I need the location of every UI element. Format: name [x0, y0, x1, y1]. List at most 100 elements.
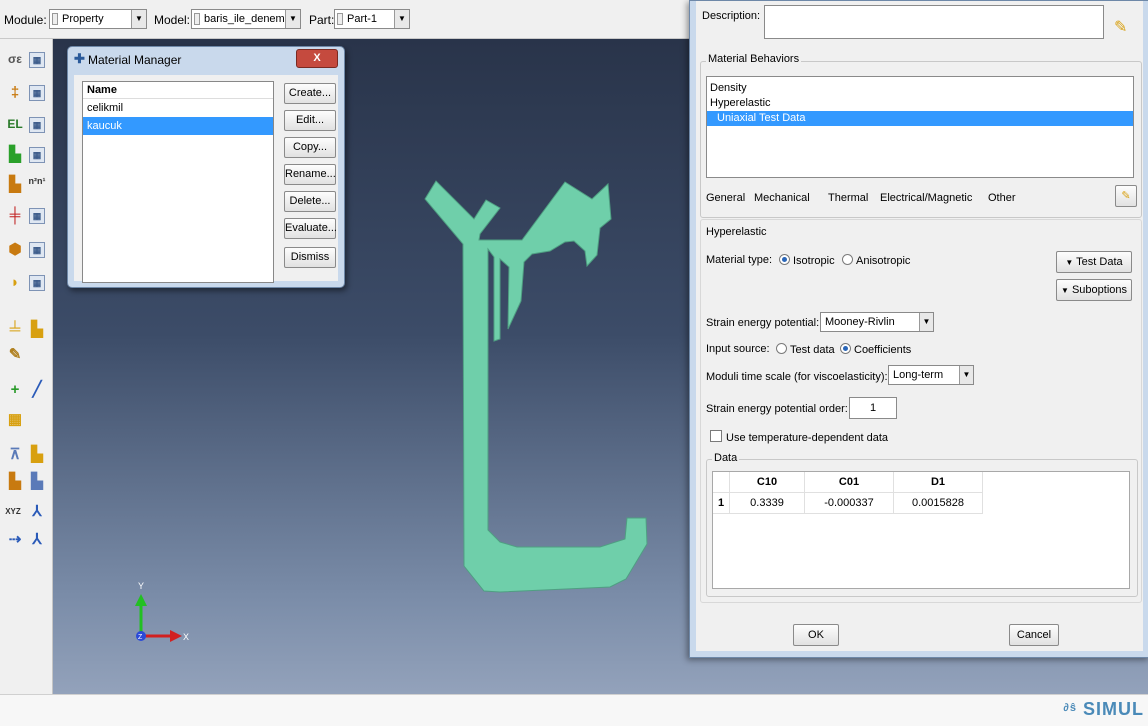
material-list[interactable]: Name celikmil kaucuk — [82, 81, 274, 283]
normal-icon[interactable]: n²n¹ — [27, 171, 47, 191]
moduli-value: Long-term — [893, 369, 944, 381]
triad-icon[interactable]: ⅄ — [27, 501, 47, 521]
close-button[interactable]: X — [296, 49, 338, 68]
isotropic-radio[interactable]: Isotropic — [779, 254, 835, 267]
section-create-icon[interactable]: ‡ — [5, 82, 25, 102]
cancel-button[interactable]: Cancel — [1009, 624, 1059, 646]
input-source-label: Input source: — [706, 343, 770, 355]
translate-icon[interactable]: ⇢ — [5, 529, 25, 549]
data-title: Data — [712, 452, 740, 464]
moduli-select[interactable]: Long-term ▼ — [888, 365, 974, 385]
skin-icon[interactable]: ╪ — [5, 205, 25, 225]
tab-electrical-magnetic[interactable]: Electrical/Magnetic — [880, 192, 972, 204]
datum-line-icon[interactable]: ╱ — [27, 379, 47, 399]
test-data-radio[interactable]: Test data — [776, 343, 835, 356]
description-input[interactable] — [764, 5, 1104, 39]
data-table-container[interactable]: C10 C01 D1 1 0.3339 -0.000337 0.0015828 — [712, 471, 1130, 589]
test-data-option-label: Test data — [790, 344, 835, 356]
composite-layup-icon[interactable]: ⬢ — [5, 239, 25, 259]
radio-icon — [842, 254, 853, 265]
delete-button[interactable]: Delete... — [284, 191, 336, 212]
order-input[interactable]: 1 — [849, 397, 897, 419]
moduli-label: Moduli time scale (for viscoelasticity): — [706, 371, 888, 383]
list-item-selected[interactable]: kaucuk — [83, 117, 273, 135]
inertia-icon[interactable]: ╧ — [5, 319, 25, 339]
test-data-button[interactable]: ▼ Test Data — [1056, 251, 1132, 273]
shell-icon[interactable]: ▙ — [27, 471, 47, 491]
edit-behavior-button[interactable]: ✎ — [1115, 185, 1137, 207]
assignment-manager-icon[interactable]: ▦ — [29, 147, 45, 163]
strain-energy-select[interactable]: Mooney-Rivlin ▼ — [820, 312, 934, 332]
cell-c10[interactable]: 0.3339 — [729, 492, 805, 514]
tab-mechanical[interactable]: Mechanical — [754, 192, 810, 204]
data-table[interactable]: C10 C01 D1 1 0.3339 -0.000337 0.0015828 — [713, 472, 983, 514]
part-combo[interactable]: Part-1 ▼ — [334, 9, 410, 29]
list-item[interactable]: Hyperelastic — [707, 96, 1133, 111]
csys-icon[interactable]: ▙ — [5, 471, 25, 491]
pencil-icon[interactable]: ✎ — [1114, 17, 1127, 37]
list-header: Name — [83, 82, 273, 99]
triad-x-arrow — [170, 630, 182, 642]
list-item-selected[interactable]: Uniaxial Test Data — [707, 111, 1133, 126]
part-geometry[interactable] — [424, 180, 648, 593]
special-icon[interactable]: ◗ — [5, 272, 25, 292]
material-manager-dialog: ✚ Material Manager X Name celikmil kaucu… — [67, 46, 345, 288]
datum-point-icon[interactable]: ✎ — [5, 344, 25, 364]
chevron-down-icon: ▼ — [285, 10, 300, 28]
behaviors-list[interactable]: Density Hyperelastic Uniaxial Test Data — [706, 76, 1134, 178]
tab-other[interactable]: Other — [988, 192, 1016, 204]
suboptions-label: Suboptions — [1071, 284, 1128, 296]
spring-icon[interactable]: ▙ — [27, 319, 47, 339]
table-corner — [713, 472, 730, 493]
anisotropic-radio[interactable]: Anisotropic — [842, 254, 910, 267]
partition-icon[interactable]: ▦ — [5, 409, 25, 429]
brand-logo: ∂ŝ SIMUL — [1063, 699, 1144, 720]
datum-axis-icon[interactable]: + — [5, 379, 25, 399]
material-manager-icon[interactable]: ▦ — [29, 52, 45, 68]
ok-button[interactable]: OK — [793, 624, 839, 646]
special-manager-icon[interactable]: ▦ — [29, 275, 45, 291]
orientation-icon[interactable]: ▙ — [5, 174, 25, 194]
query-icon[interactable]: ⊼ — [5, 444, 25, 464]
edit-button[interactable]: Edit... — [284, 110, 336, 131]
spinner-icon — [337, 13, 343, 25]
spinner-icon — [194, 13, 200, 25]
test-data-label: Test Data — [1076, 256, 1123, 268]
list-item[interactable]: celikmil — [83, 99, 273, 117]
triad-y-label: Y — [138, 581, 144, 591]
dismiss-button[interactable]: Dismiss — [284, 247, 336, 268]
isotropic-label: Isotropic — [793, 255, 835, 267]
temp-dependent-checkbox[interactable]: Use temperature-dependent data — [710, 430, 888, 444]
assign-section-icon[interactable]: ▙ — [5, 144, 25, 164]
layup-manager-icon[interactable]: ▦ — [29, 242, 45, 258]
pencil-icon: ✎ — [1121, 190, 1131, 202]
xyz-icon[interactable]: XYZ — [3, 501, 23, 521]
cell-d1[interactable]: 0.0015828 — [893, 492, 983, 514]
profile-manager-icon[interactable]: ▦ — [29, 117, 45, 133]
cell-c01[interactable]: -0.000337 — [804, 492, 894, 514]
status-bar: ∂ŝ SIMUL — [0, 694, 1148, 726]
coefficients-radio[interactable]: Coefficients — [840, 343, 911, 356]
edit-material-dialog: Description: ✎ Material Behaviors Densit… — [689, 0, 1148, 658]
tab-general[interactable]: General — [706, 192, 745, 204]
model-combo[interactable]: baris_ile_deneme ▼ — [191, 9, 301, 29]
tab-thermal[interactable]: Thermal — [828, 192, 868, 204]
create-button[interactable]: Create... — [284, 83, 336, 104]
order-label: Strain energy potential order: — [706, 403, 848, 415]
plane-icon[interactable]: ▙ — [27, 444, 47, 464]
section-manager-icon[interactable]: ▦ — [29, 85, 45, 101]
rename-button[interactable]: Rename... — [284, 164, 336, 185]
material-create-icon[interactable]: σε — [5, 49, 25, 69]
suboptions-button[interactable]: ▼ Suboptions — [1056, 279, 1132, 301]
evaluate-button[interactable]: Evaluate... — [284, 218, 337, 239]
skin-manager-icon[interactable]: ▦ — [29, 208, 45, 224]
app-icon: ✚ — [74, 51, 85, 66]
profile-icon[interactable]: ЕL — [5, 114, 25, 134]
list-item[interactable]: Density — [707, 81, 1133, 96]
rotate-icon[interactable]: ⅄ — [27, 529, 47, 549]
module-combo[interactable]: Property ▼ — [49, 9, 147, 29]
table-row[interactable]: 1 0.3339 -0.000337 0.0015828 — [713, 492, 983, 514]
copy-button[interactable]: Copy... — [284, 137, 336, 158]
column-header: D1 — [893, 472, 983, 493]
material-manager-titlebar[interactable]: ✚ Material Manager X — [68, 47, 344, 71]
